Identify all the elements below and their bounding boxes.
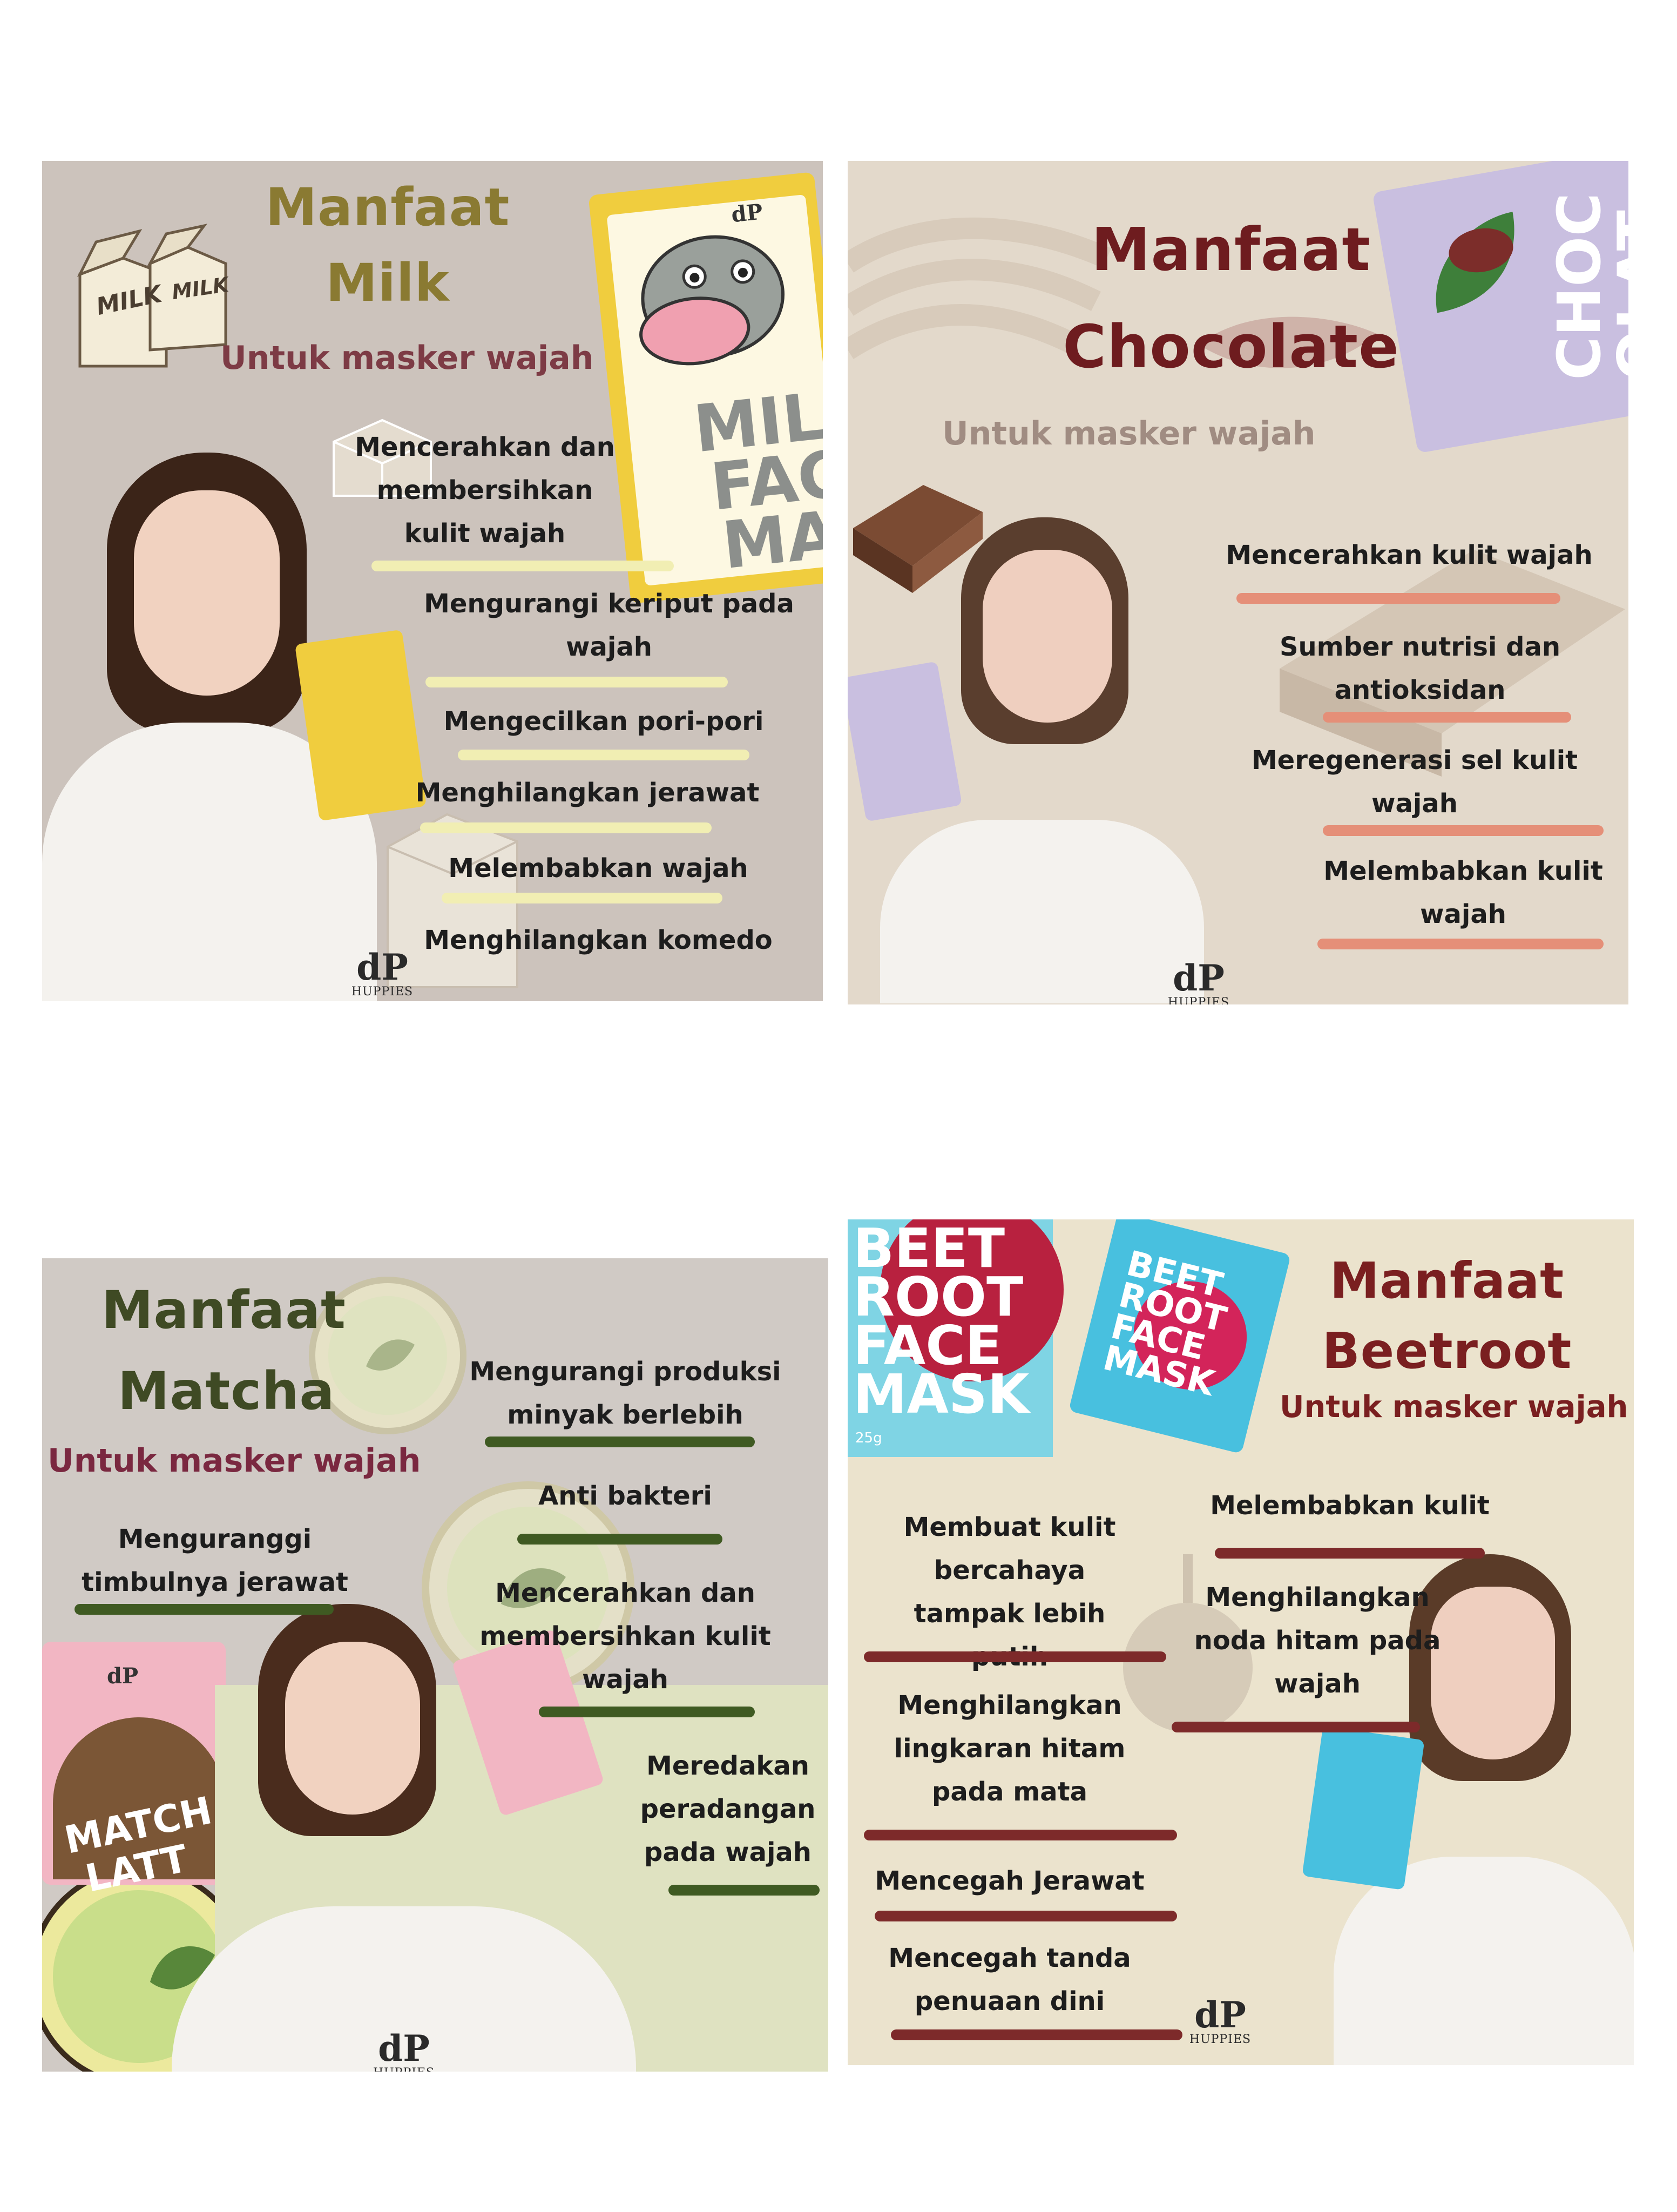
beetroot-mask-pack: BEET ROOT FACE MASK 25g bbox=[848, 1219, 1064, 1457]
chocolate-item: Meregenerasi sel kulit wajah bbox=[1251, 745, 1578, 819]
pack-line-4: MASK bbox=[853, 1363, 1030, 1426]
milk-item: Menghilangkan komedo bbox=[424, 925, 773, 955]
huppies-logo: dPHUPPIES bbox=[373, 2027, 434, 2072]
beetroot-title-line-2: Beetroot bbox=[1322, 1322, 1572, 1380]
pack-line-2: OLAT bbox=[1605, 210, 1628, 381]
beetroot-item: Mencegah Jerawat bbox=[875, 1866, 1145, 1896]
milk-item: Mengurangi keriput pada wajah bbox=[424, 589, 794, 662]
beetroot-underline bbox=[875, 1911, 1177, 1921]
milk-title-line-2: Milk bbox=[326, 253, 450, 313]
beetroot-mask-pack-small: BEET ROOT FACE MASK bbox=[1068, 1219, 1291, 1454]
milk-item: Mengecilkan pori-pori bbox=[443, 706, 764, 737]
matcha-item: Menguranggi timbulnya jerawat bbox=[82, 1524, 348, 1597]
beetroot-item: Melembabkan kulit bbox=[1210, 1491, 1490, 1521]
matcha-title-line-1: Manfaat bbox=[102, 1280, 346, 1340]
pack-line-1: CHOC bbox=[1544, 192, 1614, 380]
beetroot-pack-in-hand bbox=[1302, 1726, 1425, 1890]
chocolate-underline bbox=[1317, 939, 1604, 949]
beetroot-subtitle: Untuk masker wajah bbox=[1280, 1390, 1628, 1425]
chocolate-title-line-2: Chocolate bbox=[1063, 312, 1399, 381]
matcha-underline bbox=[668, 1885, 820, 1896]
matcha-underline bbox=[485, 1437, 755, 1447]
pack-logo: dP bbox=[730, 199, 764, 228]
pack-logo: dP bbox=[107, 1663, 139, 1689]
beetroot-underline bbox=[864, 1651, 1166, 1662]
milk-item: Melembabkan wajah bbox=[448, 853, 748, 884]
beetroot-item: Menghilangkan noda hitam pada wajah bbox=[1194, 1582, 1441, 1699]
chocolate-mask-pack: CHOC OLAT bbox=[1372, 161, 1628, 454]
matcha-panel: MATCH LATT dP Manfaat Matcha Untuk maske… bbox=[42, 1258, 828, 2072]
milk-underline bbox=[420, 822, 712, 833]
matcha-underline bbox=[75, 1604, 334, 1615]
chocolate-item: Sumber nutrisi dan antioksidan bbox=[1279, 632, 1561, 705]
matcha-title-line-2: Matcha bbox=[118, 1361, 335, 1421]
chocolate-underline bbox=[1236, 593, 1560, 604]
chocolate-panel: CHOC OLAT Manfaat Chocolate Untuk masker… bbox=[848, 161, 1628, 1004]
cow-icon bbox=[639, 235, 785, 366]
milk-title-line-1: Manfaat bbox=[265, 177, 510, 238]
matcha-underline bbox=[539, 1707, 755, 1717]
matcha-subtitle: Untuk masker wajah bbox=[48, 1442, 421, 1480]
beetroot-title-line-1: Manfaat bbox=[1329, 1252, 1565, 1310]
beetroot-underline bbox=[891, 2029, 1182, 2040]
huppies-logo: dPHUPPIES bbox=[1189, 1994, 1252, 2046]
milk-item: Mencerahkan dan membersihkan kulit wajah bbox=[355, 432, 615, 549]
chocolate-item: Melembabkan kulit wajah bbox=[1323, 856, 1603, 929]
matcha-item: Meredakan peradangan pada wajah bbox=[640, 1751, 816, 1867]
beetroot-underline bbox=[1172, 1722, 1420, 1732]
chocolate-subtitle: Untuk masker wajah bbox=[942, 415, 1316, 453]
beetroot-item: Menghilangkan lingkaran hitam pada mata bbox=[894, 1690, 1126, 1807]
chocolate-underline bbox=[1323, 712, 1571, 723]
chocolate-pack-in-hand bbox=[848, 661, 963, 822]
chocolate-underline bbox=[1323, 825, 1604, 836]
huppies-logo: dPHUPPIES bbox=[1167, 957, 1230, 1004]
milk-underline bbox=[442, 893, 722, 903]
chocolate-title-line-1: Manfaat bbox=[1091, 215, 1371, 284]
milk-item: Menghilangkan jerawat bbox=[415, 778, 760, 808]
milk-underline bbox=[458, 750, 749, 760]
beetroot-item: Mencegah tanda penuaan dini bbox=[888, 1943, 1131, 2017]
milk-panel: MILK MILK MIL FAC MAS dP Manfaat Milk Un… bbox=[42, 161, 823, 1001]
pack-weight: 25g bbox=[855, 1430, 882, 1446]
chocolate-item: Mencerahkan kulit wajah bbox=[1226, 540, 1593, 570]
matcha-underline bbox=[517, 1534, 722, 1545]
matcha-item: Mengurangi produksi minyak berlebih bbox=[469, 1357, 781, 1430]
matcha-item: Anti bakteri bbox=[538, 1481, 712, 1511]
huppies-logo: dPHUPPIES bbox=[351, 946, 414, 999]
matcha-item: Mencerahkan dan membersihkan kulit wajah bbox=[479, 1578, 771, 1695]
milk-subtitle: Untuk masker wajah bbox=[220, 339, 594, 377]
beetroot-panel: BEET ROOT FACE MASK 25g BEET ROOT FACE M… bbox=[848, 1219, 1634, 2065]
milk-underline bbox=[371, 561, 674, 571]
milk-underline bbox=[425, 677, 728, 687]
model-photo bbox=[848, 517, 1236, 1003]
model-photo bbox=[42, 453, 427, 1001]
beetroot-underline bbox=[864, 1830, 1177, 1840]
pack-line-3: MAS bbox=[719, 492, 823, 584]
beetroot-underline bbox=[1215, 1548, 1485, 1559]
